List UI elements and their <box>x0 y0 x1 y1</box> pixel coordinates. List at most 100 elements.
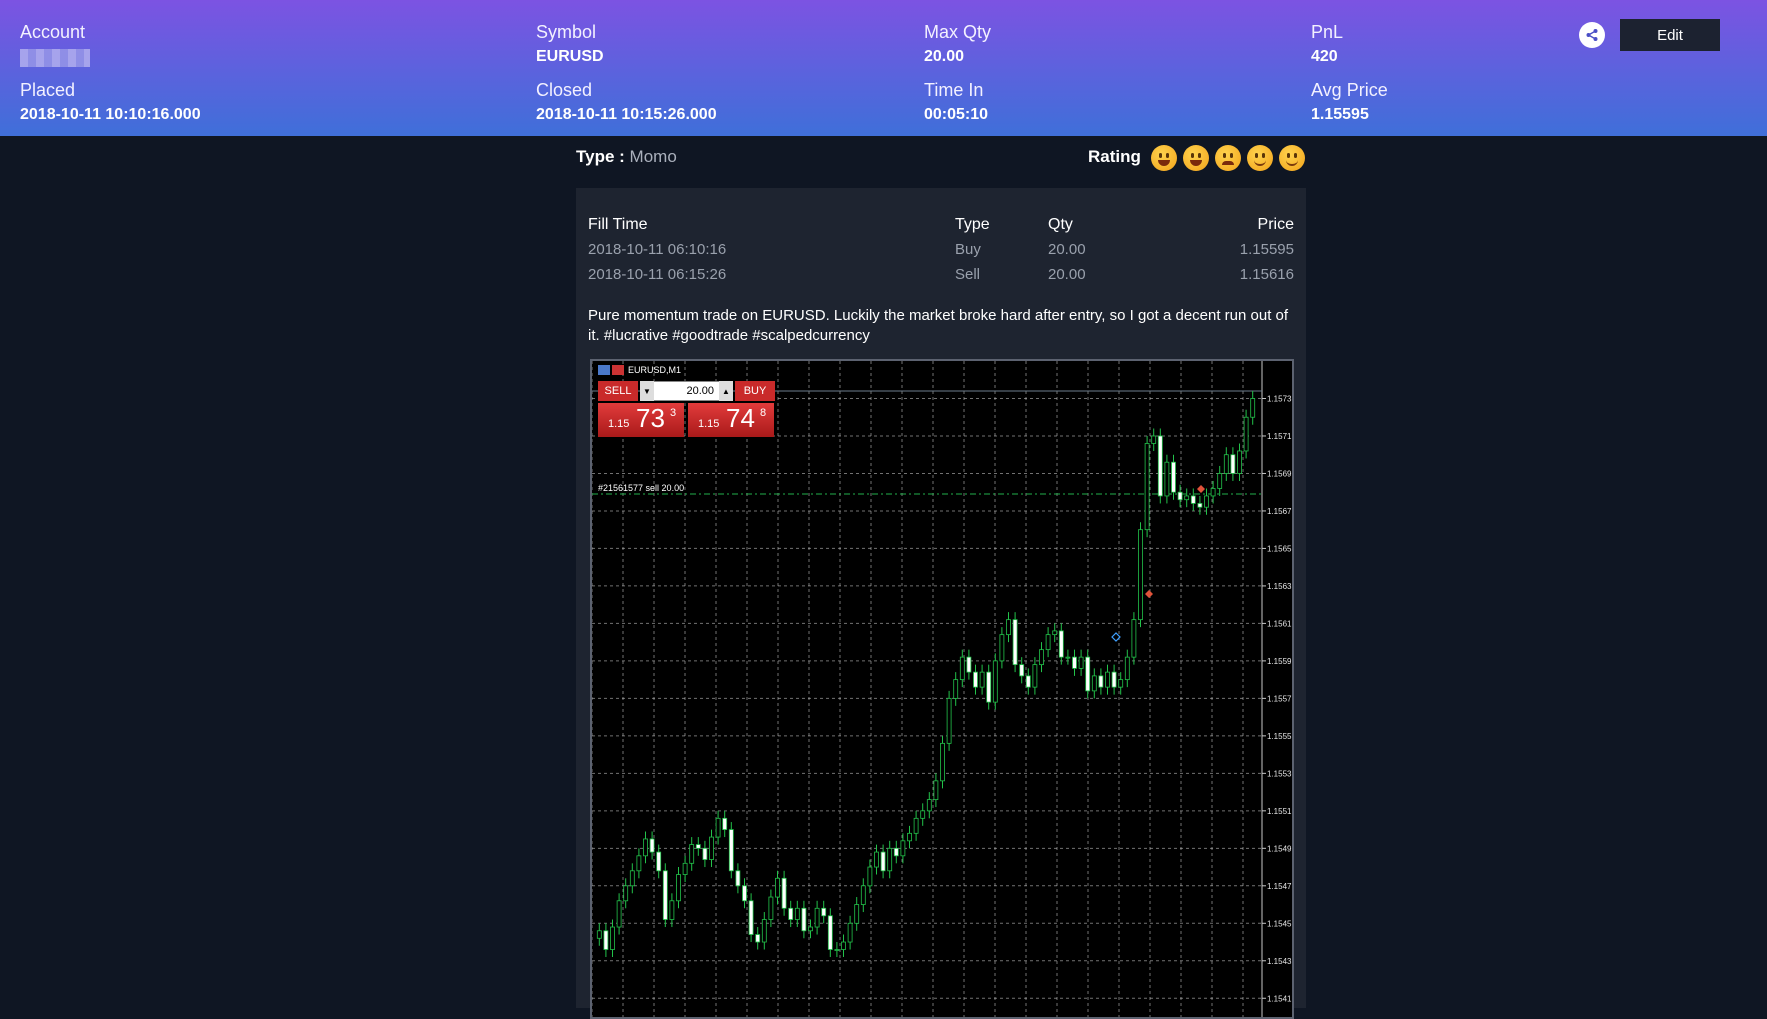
candle-body <box>1217 473 1223 489</box>
ask-sup: 8 <box>760 407 767 419</box>
bid-price-button[interactable]: 1.15 73 3 <box>598 403 684 437</box>
fill-price-cell: 1.15616 <box>1239 266 1294 283</box>
bid-big: 73 <box>636 403 665 433</box>
edit-button[interactable]: Edit <box>1620 19 1720 51</box>
candle-body <box>1190 495 1196 504</box>
rating-happy-2-icon[interactable] <box>1183 145 1209 171</box>
y-tick-label: 1.1541 <box>1267 994 1292 1003</box>
candle-body <box>900 840 906 857</box>
candle-body <box>953 679 959 699</box>
placed-value: 2018-10-11 10:10:16.000 <box>20 106 201 123</box>
candle-body <box>1197 503 1203 508</box>
y-tick-label: 1.1553 <box>1267 769 1292 778</box>
candle-body <box>821 907 827 917</box>
y-tick-label: 1.1545 <box>1267 919 1292 928</box>
rating-smile-1-icon[interactable] <box>1247 145 1273 171</box>
candle-body <box>887 847 893 872</box>
candle-body <box>801 907 807 932</box>
y-tick-label: 1.1557 <box>1267 694 1292 703</box>
candle-body <box>1131 619 1137 658</box>
candle-body <box>940 742 945 782</box>
candle-body <box>1177 491 1183 501</box>
candle-body <box>1052 630 1058 636</box>
candle-body <box>1118 679 1124 688</box>
type-field: Type : Momo <box>576 147 677 167</box>
volume-up-icon[interactable]: ▲ <box>719 381 733 401</box>
volume-down-icon[interactable]: ▼ <box>640 381 654 401</box>
chart-title: EURUSD,M1 <box>628 365 681 375</box>
candle-body <box>874 851 879 868</box>
share-icon <box>1586 29 1598 41</box>
candle-body <box>682 862 688 875</box>
trade-detail-card: Fill Time Type Qty Price 2018-10-11 06:1… <box>576 188 1306 1019</box>
max-qty-label: Max Qty <box>924 22 992 42</box>
candle-body <box>610 926 615 950</box>
candle-body <box>742 885 747 902</box>
table-row: 2018-10-11 06:15:26 Sell 20.00 1.15616 <box>588 266 1294 291</box>
fill-qty-cell: 20.00 <box>1048 241 1086 258</box>
ask-price-button[interactable]: 1.15 74 8 <box>688 403 774 437</box>
candle-body <box>959 656 965 681</box>
candle-body <box>643 838 648 857</box>
candle-body <box>748 900 754 935</box>
candle-body <box>689 844 695 864</box>
symbol-value: EURUSD <box>536 48 604 65</box>
symbol-cell: Symbol EURUSD <box>536 22 604 66</box>
candle-body <box>1025 675 1031 688</box>
placed-cell: Placed 2018-10-11 10:10:16.000 <box>20 80 201 124</box>
candle-body <box>728 829 734 872</box>
candle-body <box>616 900 622 928</box>
rating-happy-1-icon[interactable] <box>1151 145 1177 171</box>
candle-body <box>649 838 655 853</box>
y-tick-label: 1.1549 <box>1267 844 1292 853</box>
fills-header-qty: Qty <box>1048 216 1073 233</box>
fills-header-row: Fill Time Type Qty Price <box>588 216 1294 241</box>
order-line-label: #21561577 sell 20.00 <box>598 483 684 493</box>
candle-body <box>1138 529 1143 621</box>
candle-body <box>669 900 675 920</box>
candle-body <box>926 799 932 812</box>
candle-body <box>867 866 873 887</box>
avg-price-cell: Avg Price 1.15595 <box>1311 80 1388 124</box>
candle-body <box>966 656 972 673</box>
candle-body <box>860 885 866 905</box>
fills-table: Fill Time Type Qty Price 2018-10-11 06:1… <box>588 216 1294 291</box>
y-tick-label: 1.1551 <box>1267 807 1292 816</box>
fills-header-type: Type <box>955 216 990 233</box>
buy-button[interactable]: BUY <box>735 381 775 401</box>
avg-price-value: 1.15595 <box>1311 106 1369 123</box>
bid-sup: 3 <box>670 407 677 419</box>
y-tick-label: 1.1573 <box>1267 394 1292 403</box>
sell-button[interactable]: SELL <box>598 381 638 401</box>
candle-body <box>1006 619 1011 636</box>
rating-label: Rating <box>1088 147 1141 166</box>
candle-body <box>992 660 998 703</box>
y-tick-label: 1.1547 <box>1267 882 1292 891</box>
time-in-value: 00:05:10 <box>924 106 989 123</box>
candle-body <box>761 919 767 943</box>
candle-body <box>1098 675 1104 688</box>
max-qty-value: 20.00 <box>924 48 965 65</box>
fill-type-cell: Sell <box>955 266 981 283</box>
y-tick-label: 1.1543 <box>1267 957 1292 966</box>
candle-body <box>946 697 952 744</box>
candle-body <box>933 780 939 800</box>
account-cell: Account <box>20 22 90 67</box>
account-value-redacted <box>20 49 90 67</box>
rating-smile-2-icon[interactable] <box>1279 145 1305 171</box>
rating-sad-icon[interactable] <box>1215 145 1241 171</box>
share-button[interactable] <box>1579 22 1605 48</box>
candle-body <box>629 870 635 887</box>
one-click-trade-panel: SELL 20.00 ▼ ▲ BUY 1.15 73 3 1.15 74 8 <box>598 381 776 439</box>
candle-body <box>1151 435 1157 444</box>
candle-body <box>1171 461 1176 493</box>
candlestick-chart: 1.15731.15711.15691.15671.15651.15631.15… <box>592 361 1292 1017</box>
avg-price-label: Avg Price <box>1311 80 1388 100</box>
candle-body <box>702 847 708 860</box>
candle-body <box>596 930 602 939</box>
y-axis-ticks: 1.1573 1.1571 1.1569 1.1567 1.1565 1.1563 1.15… <box>1262 394 1292 1003</box>
y-tick-label: 1.1555 <box>1267 732 1292 741</box>
candle-body <box>676 874 681 902</box>
candle-body <box>1124 656 1130 681</box>
candle-body <box>880 851 886 872</box>
